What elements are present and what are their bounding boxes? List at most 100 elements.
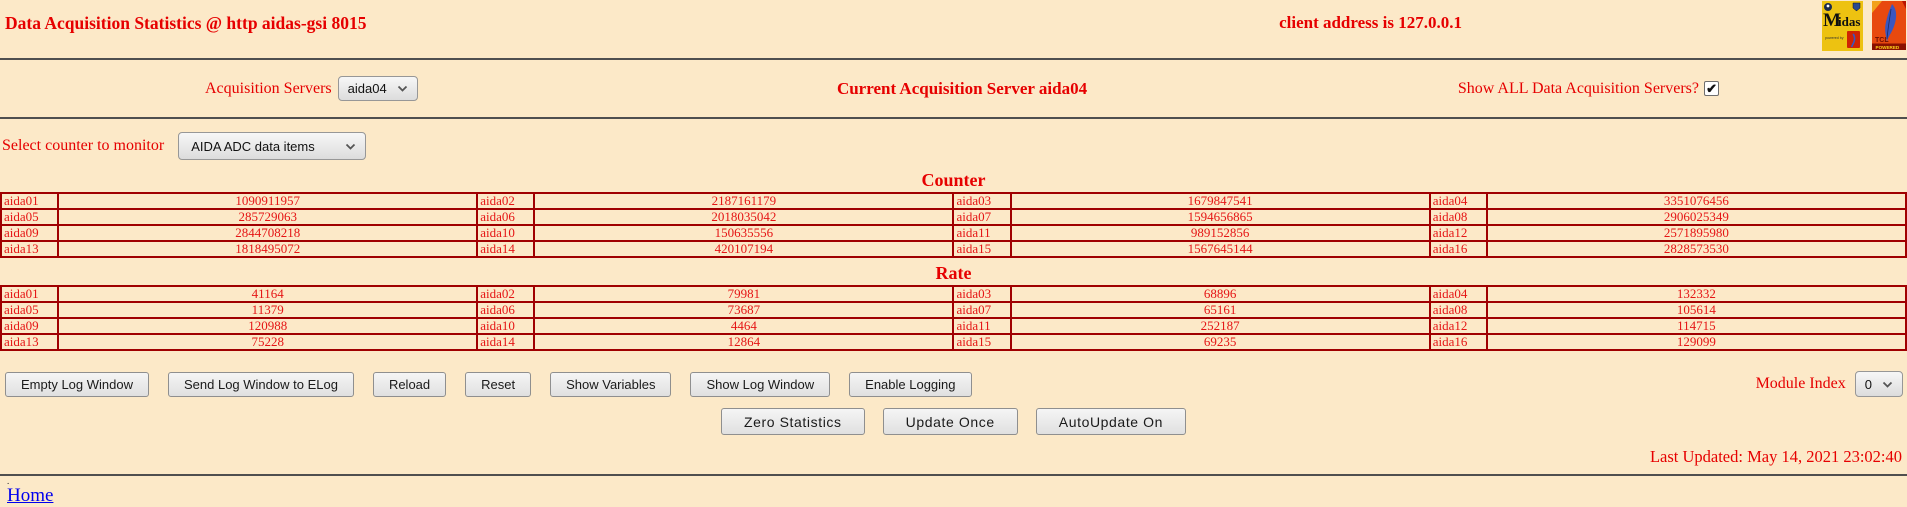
select-counter-label: Select counter to monitor: [2, 137, 165, 154]
toolbar: Empty Log Window Send Log Window to ELog…: [0, 371, 1907, 397]
table-row: aida09 2844708218 aida10 150635556 aida11 989…: [0, 224, 1907, 242]
logos: M idas powered by TCL POWERED: [1822, 1, 1906, 51]
counter-monitor-select[interactable]: AIDA ADC data items: [178, 132, 367, 160]
channel-name-cell: aida16: [1428, 240, 1488, 258]
counter-monitor-value: AIDA ADC data items: [191, 138, 315, 154]
module-index-value: 0: [1864, 376, 1872, 392]
channel-name-cell: aida07: [952, 301, 1012, 319]
channel-value-cell: 11379: [57, 301, 479, 319]
channel-value-cell: 73687: [533, 301, 955, 319]
channel-name-cell: aida08: [1428, 208, 1488, 226]
tcl-powered-logo[interactable]: TCL POWERED: [1872, 1, 1906, 50]
channel-name-cell: aida06: [476, 301, 536, 319]
midas-logo[interactable]: M idas powered by: [1822, 1, 1863, 51]
channel-name-cell: aida11: [952, 224, 1012, 242]
table-row: aida05 11379 aida06 73687 aida07 65161 aida08 1…: [0, 301, 1907, 319]
channel-value-cell: 2906025349: [1485, 208, 1907, 226]
channel-name-cell: aida04: [1428, 192, 1488, 210]
channel-name-cell: aida10: [476, 224, 536, 242]
svg-text:powered by: powered by: [1825, 36, 1844, 40]
channel-value-cell: 2571895980: [1485, 224, 1907, 242]
module-index-select[interactable]: 0: [1854, 371, 1903, 397]
show-log-window-button[interactable]: Show Log Window: [690, 371, 831, 397]
channel-value-cell: 2828573530: [1485, 240, 1907, 258]
channel-name-cell: aida04: [1428, 285, 1488, 303]
channel-value-cell: 252187: [1009, 317, 1431, 335]
module-index-label: Module Index: [1755, 375, 1846, 392]
table-row: aida09 120988 aida10 4464 aida11 252187 aida12…: [0, 317, 1907, 335]
channel-value-cell: 150635556: [533, 224, 955, 242]
counter-heading: Counter: [921, 170, 986, 190]
channel-value-cell: 129099: [1485, 333, 1907, 351]
update-once-button[interactable]: Update Once: [882, 408, 1018, 435]
channel-name-cell: aida08: [1428, 301, 1488, 319]
empty-log-window-button[interactable]: Empty Log Window: [5, 371, 149, 397]
table-row: aida13 75228 aida14 12864 aida15 69235 aida16 1…: [0, 333, 1907, 351]
acquisition-server-value: aida04: [347, 81, 387, 96]
channel-value-cell: 3351076456: [1485, 192, 1907, 210]
reload-button[interactable]: Reload: [372, 371, 447, 397]
autoupdate-on-button[interactable]: AutoUpdate On: [1035, 408, 1187, 435]
channel-value-cell: 1090911957: [57, 192, 479, 210]
update-bar: Zero Statistics Update Once AutoUpdate O…: [0, 408, 1907, 435]
chevron-down-icon: [346, 143, 356, 150]
channel-name-cell: aida02: [476, 192, 536, 210]
client-address: client address is 127.0.0.1: [1279, 13, 1462, 32]
channel-name-cell: aida09: [0, 224, 60, 242]
channel-value-cell: 132332: [1485, 285, 1907, 303]
svg-text:POWERED: POWERED: [1876, 45, 1900, 50]
channel-name-cell: aida12: [1428, 224, 1488, 242]
channel-value-cell: 2187161179: [533, 192, 955, 210]
current-server-heading: Current Acquisition Server aida04: [836, 78, 1088, 98]
channel-name-cell: aida13: [0, 240, 60, 258]
channel-name-cell: aida15: [952, 240, 1012, 258]
show-all-servers-checkbox[interactable]: ✔: [1704, 81, 1720, 96]
table-row: aida13 1818495072 aida14 420107194 aida15 156…: [0, 240, 1907, 258]
channel-name-cell: aida09: [0, 317, 60, 335]
last-updated: Last Updated: May 14, 2021 23:02:40: [1649, 447, 1902, 466]
channel-name-cell: aida16: [1428, 333, 1488, 351]
channel-name-cell: aida11: [952, 317, 1012, 335]
acquisition-servers-label: Acquisition Servers: [205, 79, 332, 97]
channel-value-cell: 2018035042: [533, 208, 955, 226]
enable-logging-button[interactable]: Enable Logging: [849, 371, 972, 397]
rate-table: aida01 41164 aida02 79981 aida03 68896 aida04 1…: [0, 285, 1907, 351]
channel-value-cell: 2844708218: [57, 224, 479, 242]
channel-name-cell: aida14: [476, 240, 536, 258]
zero-statistics-button[interactable]: Zero Statistics: [720, 408, 865, 435]
channel-value-cell: 79981: [533, 285, 955, 303]
channel-name-cell: aida12: [1428, 317, 1488, 335]
reset-button[interactable]: Reset: [465, 371, 532, 397]
channel-name-cell: aida07: [952, 208, 1012, 226]
channel-value-cell: 989152856: [1009, 224, 1431, 242]
channel-name-cell: aida15: [952, 333, 1012, 351]
channel-value-cell: 69235: [1009, 333, 1431, 351]
channel-value-cell: 120988: [57, 317, 479, 335]
footer: . Home: [0, 477, 1907, 507]
counter-select-row: Select counter to monitor AIDA ADC data …: [0, 119, 1907, 165]
channel-name-cell: aida01: [0, 285, 60, 303]
counter-table: aida01 1090911957 aida02 2187161179 aida03 16…: [0, 192, 1907, 258]
rate-heading: Rate: [935, 263, 972, 283]
send-log-window-to-elog-button[interactable]: Send Log Window to ELog: [168, 371, 354, 397]
show-all-servers-label: Show ALL Data Acquisition Servers?: [1457, 79, 1700, 97]
daq-statistics-page: Data Acquisition Statistics @ http aidas…: [0, 0, 1907, 507]
header: Data Acquisition Statistics @ http aidas…: [0, 0, 1907, 58]
home-link[interactable]: Home: [7, 485, 53, 506]
divider: [0, 474, 1907, 476]
channel-name-cell: aida14: [476, 333, 536, 351]
channel-name-cell: aida05: [0, 208, 60, 226]
acquisition-server-select[interactable]: aida04: [337, 76, 418, 101]
check-icon: ✔: [1706, 81, 1717, 96]
channel-value-cell: 1679847541: [1009, 192, 1431, 210]
channel-value-cell: 12864: [533, 333, 955, 351]
svg-text:TCL: TCL: [1875, 37, 1889, 44]
channel-name-cell: aida10: [476, 317, 536, 335]
channel-value-cell: 41164: [57, 285, 479, 303]
show-variables-button[interactable]: Show Variables: [550, 371, 672, 397]
chevron-down-icon: [1882, 381, 1893, 388]
channel-name-cell: aida13: [0, 333, 60, 351]
table-row: aida01 1090911957 aida02 2187161179 aida03 16…: [0, 192, 1907, 210]
channel-value-cell: 285729063: [57, 208, 479, 226]
channel-name-cell: aida03: [952, 192, 1012, 210]
